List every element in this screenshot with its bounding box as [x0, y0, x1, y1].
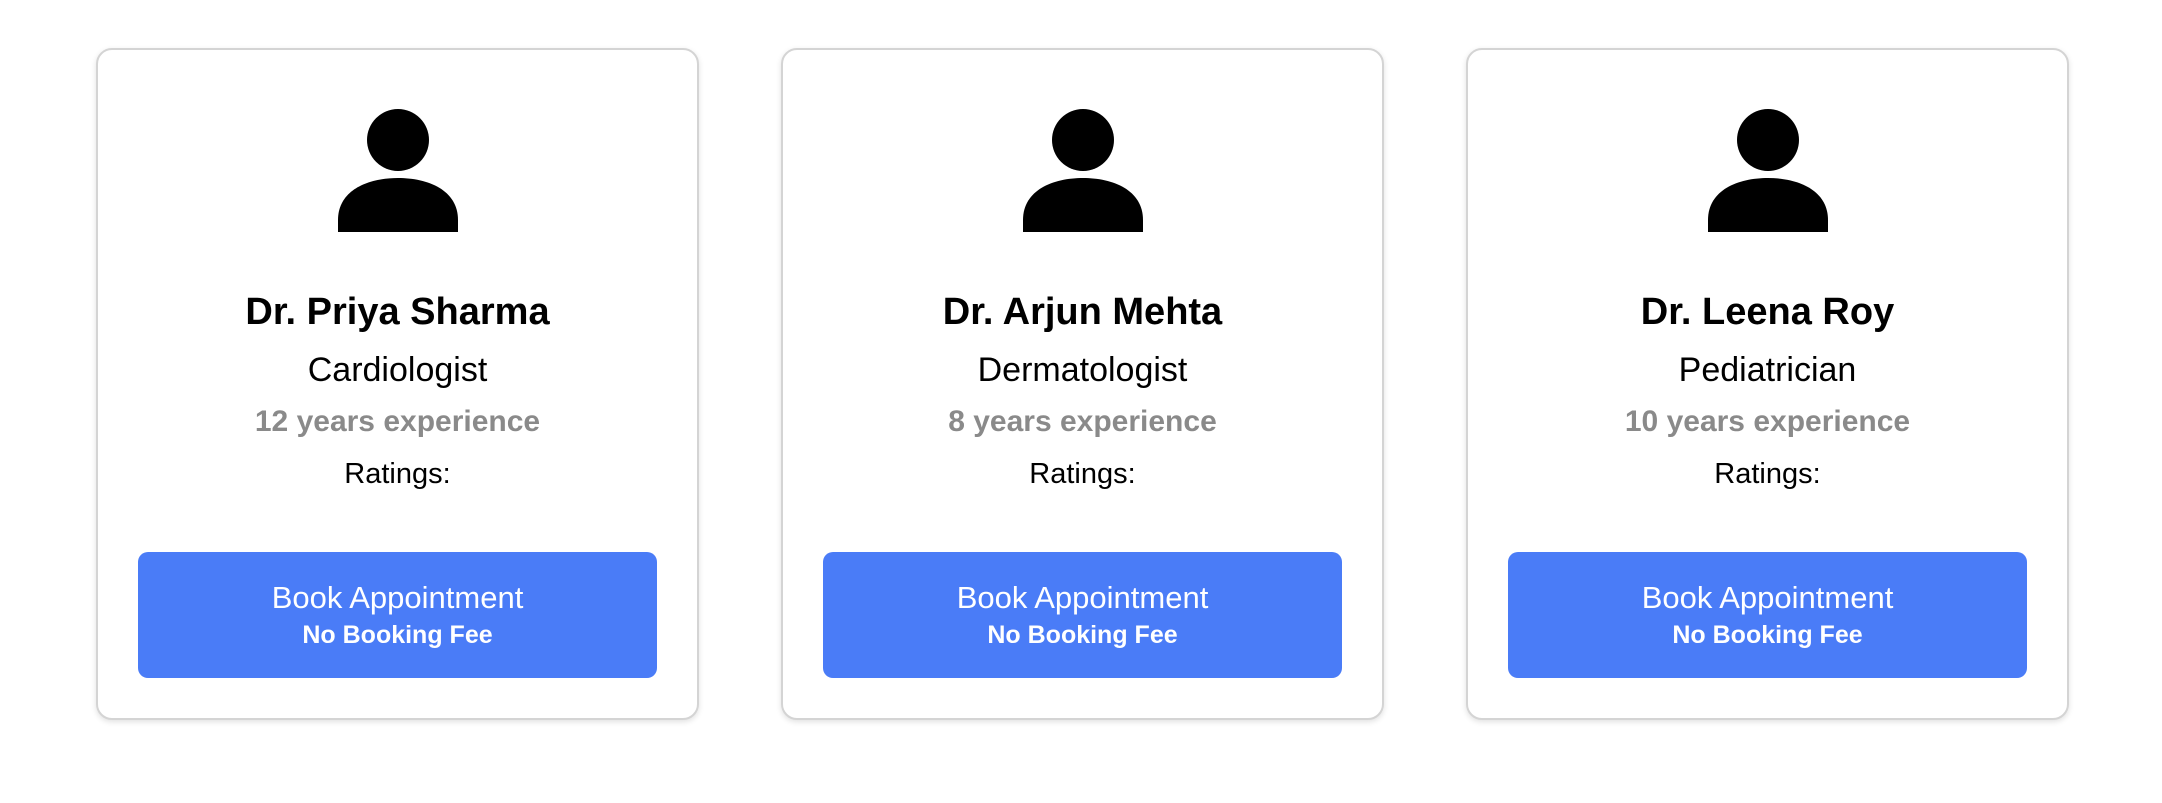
doctor-cards-row: Dr. Priya Sharma Cardiologist 12 years e… [96, 48, 2069, 720]
doctor-experience: 10 years experience [1624, 405, 1911, 438]
doctor-specialty: Pediatrician [1678, 351, 1857, 389]
doctor-name: Dr. Priya Sharma [245, 291, 550, 333]
ratings-label: Ratings: [1714, 458, 1821, 490]
doctor-experience: 8 years experience [948, 405, 1217, 438]
book-appointment-button[interactable]: Book Appointment No Booking Fee [823, 552, 1342, 678]
ratings-label: Ratings: [1029, 458, 1136, 490]
doctor-experience: 12 years experience [254, 405, 541, 438]
doctor-card: Dr. Arjun Mehta Dermatologist 8 years ex… [781, 48, 1384, 720]
doctor-card: Dr. Priya Sharma Cardiologist 12 years e… [96, 48, 699, 720]
no-booking-fee-label: No Booking Fee [987, 621, 1178, 649]
no-booking-fee-label: No Booking Fee [302, 621, 493, 649]
book-appointment-label: Book Appointment [956, 580, 1209, 615]
doctor-name: Dr. Arjun Mehta [942, 291, 1223, 333]
user-icon [337, 109, 458, 232]
doctor-name: Dr. Leena Roy [1640, 291, 1895, 333]
book-appointment-label: Book Appointment [1641, 580, 1894, 615]
book-appointment-label: Book Appointment [271, 580, 524, 615]
ratings-label: Ratings: [344, 458, 451, 490]
user-icon [1022, 109, 1143, 232]
user-icon [1707, 109, 1828, 232]
book-appointment-button[interactable]: Book Appointment No Booking Fee [1508, 552, 2027, 678]
doctor-specialty: Cardiologist [307, 351, 488, 389]
book-appointment-button[interactable]: Book Appointment No Booking Fee [138, 552, 657, 678]
no-booking-fee-label: No Booking Fee [1672, 621, 1863, 649]
doctor-specialty: Dermatologist [977, 351, 1188, 389]
doctor-card: Dr. Leena Roy Pediatrician 10 years expe… [1466, 48, 2069, 720]
